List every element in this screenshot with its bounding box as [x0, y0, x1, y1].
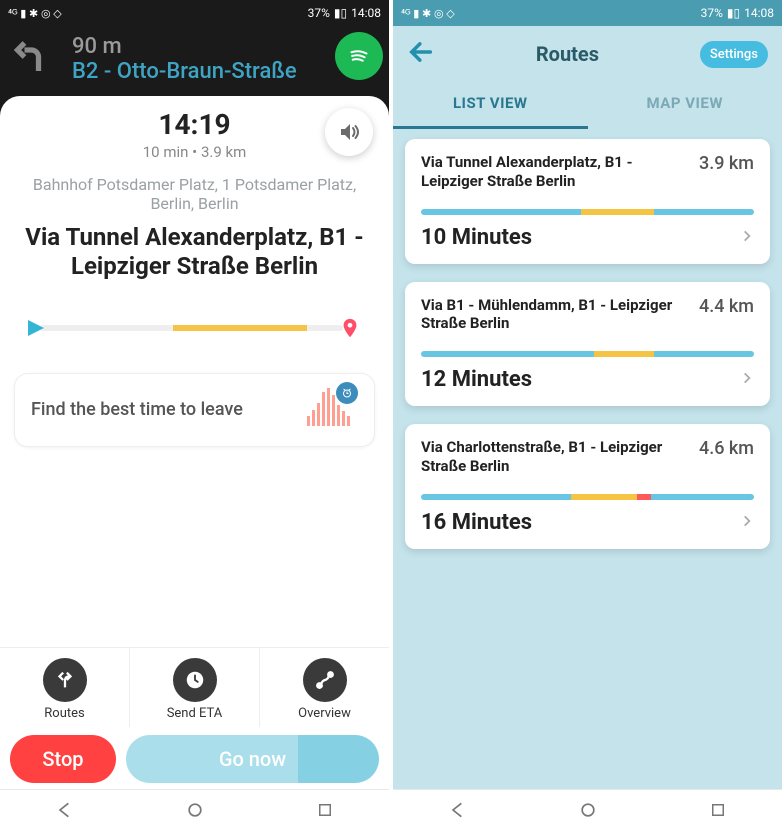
- turn-instruction[interactable]: 90 m B2 - Otto-Braun-Straße: [0, 26, 389, 92]
- back-button[interactable]: [407, 38, 435, 70]
- status-bar: ⁴ᴳ ▮ ✱ ◎ ◇ 37% ▮▯ 14:08: [393, 0, 782, 26]
- page-title: Routes: [536, 42, 599, 66]
- tab-map-view[interactable]: MAP VIEW: [588, 80, 782, 129]
- android-navbar: [0, 789, 389, 833]
- route-card[interactable]: Via Tunnel Alexanderplatz, B1 - Leipzige…: [405, 139, 770, 264]
- best-time-label: Find the best time to leave: [31, 399, 243, 421]
- best-time-card[interactable]: Find the best time to leave: [14, 373, 375, 447]
- settings-button[interactable]: Settings: [700, 41, 768, 68]
- route-via-text: Via Tunnel Alexanderplatz, B1 - Leipzige…: [421, 153, 689, 191]
- overview-button[interactable]: Overview: [260, 648, 389, 727]
- send-eta-button[interactable]: Send ETA: [130, 648, 260, 727]
- turn-distance: 90 m: [72, 34, 297, 59]
- destination-address: Bahnhof Potsdamer Platz, 1 Potsdamer Pla…: [0, 165, 389, 219]
- traffic-condition-bar: [421, 351, 754, 357]
- chevron-right-icon: [740, 370, 754, 389]
- go-now-button[interactable]: Go now: [126, 735, 379, 783]
- status-signal-icons: ⁴ᴳ ▮ ✱ ◎ ◇: [401, 7, 455, 20]
- route-card[interactable]: Via B1 - Mühlendamm, B1 - Leipziger Stra…: [405, 282, 770, 407]
- action-row: Routes Send ETA Overview: [0, 647, 389, 727]
- routes-button[interactable]: Routes: [0, 648, 130, 727]
- overview-icon: [303, 658, 347, 702]
- route-time: 16 Minutes: [421, 510, 532, 535]
- status-bar: ⁴ᴳ ▮ ✱ ◎ ◇ 37% ▮▯ 14:08: [0, 0, 389, 26]
- recent-nav-icon[interactable]: [316, 801, 334, 823]
- route-card[interactable]: Via Charlottenstraße, B1 - Leipziger Str…: [405, 424, 770, 549]
- status-time: 14:08: [744, 6, 774, 20]
- recent-nav-icon[interactable]: [709, 801, 727, 823]
- home-nav-icon[interactable]: [578, 800, 598, 824]
- tab-list-view[interactable]: LIST VIEW: [393, 80, 588, 129]
- eta-summary[interactable]: 14:19 10 min • 3.9 km: [0, 96, 389, 165]
- battery-icon: ▮▯: [334, 6, 347, 20]
- battery-pct: 37%: [701, 6, 723, 20]
- chevron-right-icon: [740, 513, 754, 532]
- traffic-condition-bar: [421, 494, 754, 500]
- home-nav-icon[interactable]: [185, 800, 205, 824]
- clock-icon: [173, 658, 217, 702]
- start-marker-icon: [28, 320, 44, 336]
- back-nav-icon[interactable]: [448, 800, 468, 824]
- route-distance: 4.6 km: [699, 438, 754, 476]
- status-time: 14:08: [351, 6, 381, 20]
- alarm-icon: [336, 382, 358, 404]
- routes-icon: [43, 658, 87, 702]
- route-progress-bar: [0, 293, 389, 363]
- route-via-text: Via B1 - Mühlendamm, B1 - Leipziger Stra…: [421, 296, 689, 334]
- turn-left-icon: [14, 36, 56, 82]
- turn-street: B2 - Otto-Braun-Straße: [72, 59, 297, 84]
- route-via-title: Via Tunnel Alexander­platz, B1 - Leipzig…: [0, 219, 389, 293]
- destination-pin-icon: [339, 317, 361, 339]
- traffic-condition-bar: [421, 209, 754, 215]
- routes-list[interactable]: Via Tunnel Alexanderplatz, B1 - Leipzige…: [393, 129, 782, 789]
- android-navbar: [393, 789, 782, 833]
- stop-button[interactable]: Stop: [10, 735, 116, 783]
- spotify-button[interactable]: [335, 32, 383, 80]
- route-via-text: Via Charlottenstraße, B1 - Leipziger Str…: [421, 438, 689, 476]
- route-time: 10 Minutes: [421, 225, 532, 250]
- sound-toggle-button[interactable]: [325, 108, 373, 156]
- battery-pct: 37%: [308, 6, 330, 20]
- battery-icon: ▮▯: [727, 6, 740, 20]
- best-time-chart-icon: [298, 388, 358, 432]
- route-distance: 4.4 km: [699, 296, 754, 334]
- route-distance: 3.9 km: [699, 153, 754, 191]
- route-time: 12 Minutes: [421, 367, 532, 392]
- status-signal-icons: ⁴ᴳ ▮ ✱ ◎ ◇: [8, 7, 62, 20]
- back-nav-icon[interactable]: [55, 800, 75, 824]
- chevron-right-icon: [740, 228, 754, 247]
